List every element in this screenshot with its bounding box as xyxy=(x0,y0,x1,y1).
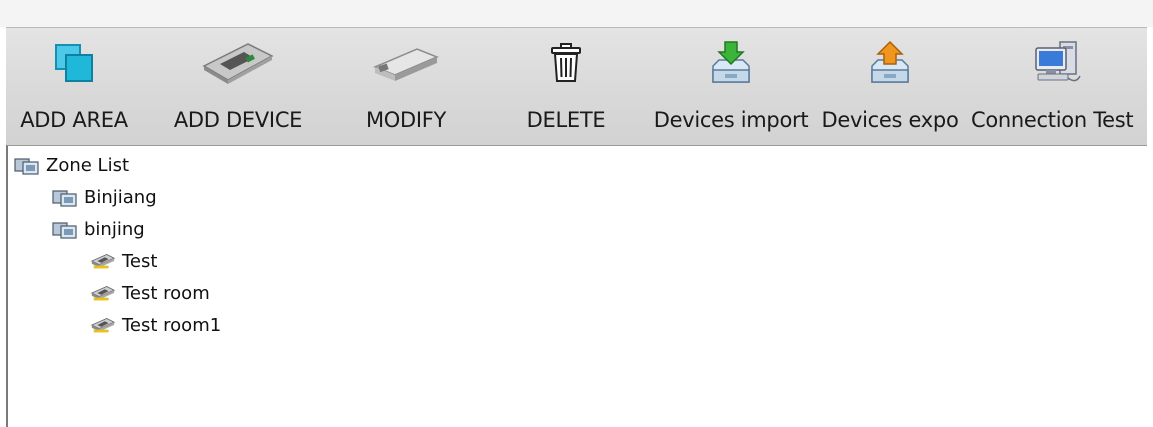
device-icon xyxy=(90,249,116,273)
tree-node-label: Binjiang xyxy=(84,186,157,208)
tree-device-test-room[interactable]: Test room xyxy=(90,279,210,307)
device-icon xyxy=(90,281,116,305)
device-icon xyxy=(90,313,116,337)
delete-button[interactable]: DELETE xyxy=(506,28,626,144)
zone-folder-icon xyxy=(52,217,78,241)
import-icon xyxy=(651,35,811,91)
add-device-label: ADD DEVICE xyxy=(173,108,303,132)
devices-import-label: Devices import xyxy=(653,108,809,132)
add-area-icon xyxy=(10,35,138,91)
modify-icon xyxy=(346,35,466,91)
zone-folder-icon xyxy=(52,185,78,209)
tree-node-label: Test xyxy=(122,250,158,272)
tree-node-label: Test room1 xyxy=(122,314,222,336)
tree-device-test-room1[interactable]: Test room1 xyxy=(90,311,221,339)
devices-import-button[interactable]: Devices import xyxy=(651,28,811,144)
tree-area-binjiang[interactable]: Binjiang xyxy=(52,183,157,211)
trash-icon xyxy=(506,35,626,91)
add-area-label: ADD AREA xyxy=(20,108,128,132)
zone-tree: Zone List Binjiang binjing Test Test roo… xyxy=(6,145,1147,427)
tree-node-label: Test room xyxy=(122,282,210,304)
tree-area-binjing[interactable]: binjing xyxy=(52,215,145,243)
export-icon xyxy=(813,35,967,91)
tree-node-label: binjing xyxy=(84,218,145,240)
modify-button[interactable]: MODIFY xyxy=(346,28,466,144)
connection-test-button[interactable]: Connection Test xyxy=(967,28,1147,144)
tree-root-zone-list[interactable]: Zone List xyxy=(14,151,129,179)
add-device-button[interactable]: ADD DEVICE xyxy=(163,28,313,144)
toolbar: ADD AREA ADD DEVICE MODIFY DELETE Device… xyxy=(6,27,1147,145)
devices-export-label: Devices expo xyxy=(821,108,959,132)
add-area-button[interactable]: ADD AREA xyxy=(10,28,138,144)
zone-folder-icon xyxy=(14,153,40,177)
connection-test-icon xyxy=(967,35,1147,91)
device-board-icon xyxy=(163,35,313,91)
devices-export-button[interactable]: Devices expo xyxy=(813,28,967,144)
window-top-strip xyxy=(0,0,1153,27)
tree-device-test[interactable]: Test xyxy=(90,247,157,275)
tree-node-label: Zone List xyxy=(46,154,130,176)
connection-test-label: Connection Test xyxy=(971,108,1134,132)
delete-label: DELETE xyxy=(526,108,606,132)
modify-label: MODIFY xyxy=(365,108,447,132)
